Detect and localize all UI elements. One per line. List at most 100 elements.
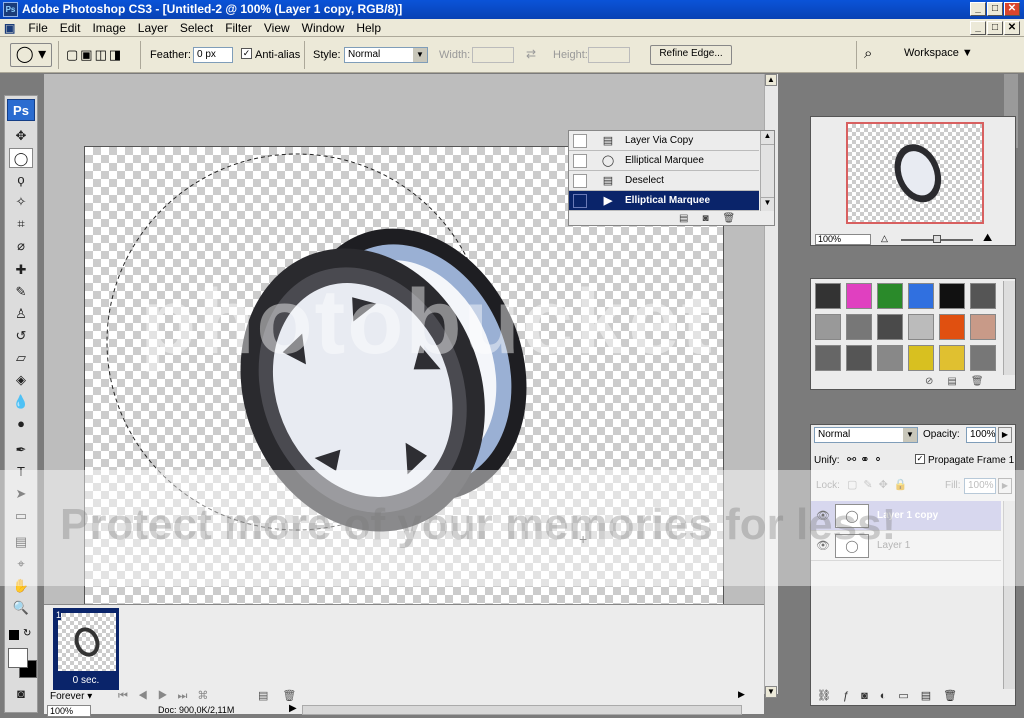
zoom-out-icon[interactable]: △	[881, 233, 888, 244]
blur-icon[interactable]: 💧	[9, 392, 33, 412]
history-source-checkbox[interactable]	[573, 174, 587, 188]
opacity-slider-icon[interactable]: ▶	[998, 427, 1012, 443]
history-footer-icons[interactable]: ▤◙🗑	[679, 213, 749, 224]
style-swatch[interactable]	[815, 314, 841, 340]
frame-delay[interactable]: 0 sec.	[54, 675, 118, 686]
scroll-down-icon[interactable]: ▼	[761, 197, 774, 211]
layers-footer-icons[interactable]: ⛓ƒ◙◐▭▤🗑	[817, 689, 969, 702]
swap-colors-icon[interactable]: ↻	[23, 628, 31, 639]
history-state-slider-icon[interactable]: ▶	[601, 194, 615, 208]
maximize-button[interactable]: □	[987, 2, 1003, 16]
height-input[interactable]	[588, 47, 630, 63]
menu-window[interactable]: Window	[296, 19, 351, 37]
styles-scrollbar[interactable]	[1003, 281, 1015, 375]
history-item[interactable]: ▤ Deselect	[569, 171, 759, 191]
menu-layer[interactable]: Layer	[132, 19, 174, 37]
history-item[interactable]: ◯ Elliptical Marquee	[569, 151, 759, 171]
propagate-checkbox[interactable]: ✓	[915, 454, 925, 464]
style-swatch[interactable]	[970, 314, 996, 340]
zoom-field[interactable]: 100%	[47, 705, 91, 717]
blend-mode-select[interactable]: Normal ▼	[814, 427, 918, 443]
dodge-icon[interactable]: ●	[9, 414, 33, 434]
crop-icon[interactable]: ⌗	[9, 214, 33, 234]
eraser-icon[interactable]: ▱	[9, 348, 33, 368]
styles-footer-icons[interactable]: ⊘▤🗑	[925, 376, 998, 387]
menu-view[interactable]: View	[258, 19, 296, 37]
style-swatch[interactable]	[908, 345, 934, 371]
close-button[interactable]: ✕	[1004, 2, 1020, 16]
menu-file[interactable]: File	[22, 19, 53, 37]
frame-footer-icons[interactable]: ▤🗑	[258, 689, 310, 702]
style-swatch[interactable]	[908, 283, 934, 309]
style-swatch[interactable]	[939, 283, 965, 309]
navigator-proxy-view[interactable]	[846, 122, 984, 224]
style-swatch[interactable]	[877, 283, 903, 309]
scroll-up-icon[interactable]: ▲	[765, 74, 777, 86]
move-tool-icon[interactable]: ✥	[9, 126, 33, 146]
magic-wand-icon[interactable]: ✧	[9, 192, 33, 212]
style-swatch[interactable]	[877, 345, 903, 371]
zoom-in-icon[interactable]: ⛰	[983, 232, 992, 245]
healing-brush-icon[interactable]: ✚	[9, 260, 33, 280]
menu-select[interactable]: Select	[174, 19, 219, 37]
unify-icons[interactable]: ⚯⚭⚬	[847, 453, 887, 466]
horizontal-scrollbar[interactable]	[302, 705, 742, 715]
style-swatch[interactable]	[908, 314, 934, 340]
history-scrollbar[interactable]: ▲ ▼	[760, 131, 774, 211]
scroll-down-icon[interactable]: ▼	[765, 686, 777, 698]
opacity-input[interactable]: 100%	[966, 427, 996, 443]
history-source-checkbox[interactable]	[573, 194, 587, 208]
doc-minimize-button[interactable]: _	[970, 21, 986, 35]
history-item[interactable]: ▤ Layer Via Copy	[569, 131, 759, 151]
menu-help[interactable]: Help	[350, 19, 387, 37]
antialias-checkbox[interactable]: ✓	[241, 48, 252, 59]
zoom-icon[interactable]: 🔍	[9, 598, 33, 618]
palette-well-icon[interactable]: ⌕	[864, 45, 872, 62]
workspace-menu[interactable]: Workspace ▼	[904, 47, 973, 59]
status-menu-icon[interactable]: ▶	[289, 703, 297, 714]
tool-preset-picker[interactable]: ◯ ▾	[10, 43, 52, 67]
minimize-button[interactable]: _	[970, 2, 986, 16]
style-swatch[interactable]	[970, 283, 996, 309]
refine-edge-button[interactable]: Refine Edge...	[650, 45, 732, 65]
history-source-checkbox[interactable]	[573, 154, 587, 168]
quick-mask-icon[interactable]: ◙	[9, 684, 33, 704]
scroll-right-icon[interactable]: ▶	[738, 689, 745, 700]
style-swatch[interactable]	[939, 314, 965, 340]
pen-icon[interactable]: ✒	[9, 440, 33, 460]
style-swatch[interactable]	[846, 345, 872, 371]
menu-edit[interactable]: Edit	[54, 19, 87, 37]
animation-frame[interactable]: 1 0 sec.	[53, 608, 119, 690]
navigator-zoom-field[interactable]: 100%	[815, 234, 871, 245]
brush-icon[interactable]: ✎	[9, 282, 33, 302]
history-brush-icon[interactable]: ↺	[9, 326, 33, 346]
lasso-icon[interactable]: ϙ	[9, 170, 33, 190]
menu-filter[interactable]: Filter	[219, 19, 258, 37]
style-swatch[interactable]	[939, 345, 965, 371]
style-swatch[interactable]	[877, 314, 903, 340]
style-swatch[interactable]	[846, 283, 872, 309]
doc-icon[interactable]: ▣	[0, 19, 19, 37]
doc-restore-button[interactable]: □	[987, 21, 1003, 35]
playback-controls[interactable]: ⏮◀▶⏭⌘	[118, 689, 218, 703]
feather-input[interactable]: 0 px	[193, 47, 233, 63]
style-swatch[interactable]	[970, 345, 996, 371]
selection-mode-icons[interactable]: ▢▣◫◨	[66, 47, 123, 63]
style-swatch[interactable]	[815, 283, 841, 309]
menu-image[interactable]: Image	[86, 19, 131, 37]
scroll-up-icon[interactable]: ▲	[761, 131, 774, 145]
history-source-checkbox[interactable]	[573, 134, 587, 148]
default-colors-icon[interactable]	[9, 630, 19, 640]
loop-select[interactable]: Forever ▾	[50, 691, 110, 705]
paint-bucket-icon[interactable]: ◈	[9, 370, 33, 390]
eyedropper-icon[interactable]: ⌀	[9, 236, 33, 256]
history-item-selected[interactable]: ▶ Elliptical Marquee	[569, 191, 759, 211]
zoom-slider-handle[interactable]	[933, 235, 941, 243]
elliptical-marquee-icon[interactable]: ◯	[9, 148, 33, 168]
doc-size[interactable]: Doc: 900,0K/2,11M	[158, 705, 234, 715]
doc-close-button[interactable]: ✕	[1004, 21, 1020, 35]
style-swatch[interactable]	[815, 345, 841, 371]
foreground-color[interactable]	[8, 648, 28, 668]
style-select[interactable]: Normal ▼	[344, 47, 428, 63]
clone-stamp-icon[interactable]: ♙	[9, 304, 33, 324]
